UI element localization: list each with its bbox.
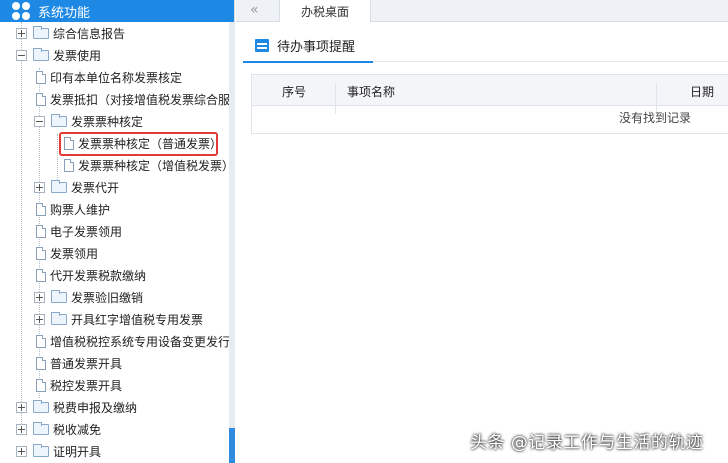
folder-icon: [51, 179, 67, 193]
double-chevron-left-icon[interactable]: «: [250, 2, 259, 18]
folder-icon: [33, 421, 49, 435]
tree-item-certificate-issue[interactable]: 证明开具: [0, 440, 229, 462]
todo-table: 序号 事项名称 日期 没有找到记录: [251, 74, 728, 134]
column-header-date[interactable]: 日期: [690, 83, 714, 100]
calendar-icon: [255, 39, 269, 52]
expand-toggle-icon[interactable]: [34, 291, 45, 303]
collapse-toggle-icon[interactable]: [34, 115, 45, 127]
collapse-toggle-icon[interactable]: [16, 49, 27, 61]
tree-item-e-invoice-collect[interactable]: 电子发票领用: [0, 220, 229, 242]
system-function-icon: [12, 2, 30, 20]
document-icon: [36, 246, 46, 260]
expand-toggle-icon[interactable]: [34, 181, 45, 193]
empty-records-text: 没有找到记录: [619, 111, 692, 125]
tree-item-comprehensive-report[interactable]: 综合信息报告: [0, 22, 229, 44]
expand-toggle-icon[interactable]: [34, 313, 45, 325]
expand-toggle-icon[interactable]: [16, 445, 27, 457]
section-title-underline: [243, 61, 373, 63]
tab-tax-desktop[interactable]: 办税桌面: [279, 0, 371, 22]
column-header-index[interactable]: 序号: [282, 83, 306, 100]
column-header-item-name[interactable]: 事项名称: [347, 83, 395, 100]
tree-item-invoice-issuing-agent[interactable]: 发票代开: [0, 176, 229, 198]
table-header: 序号 事项名称 日期: [252, 75, 728, 114]
document-icon: [36, 378, 46, 392]
tree-item-unit-name-invoice[interactable]: 印有本单位名称发票核定: [0, 66, 229, 88]
tree-item-tax-control-invoice-issue[interactable]: 税控发票开具: [0, 374, 229, 396]
document-icon: [36, 202, 46, 216]
sidebar: 系统功能 综合信息报告 发票使用 印有本单位名称发票核定 发票抵扣（对接增值税发…: [0, 0, 235, 463]
folder-open-icon: [33, 47, 49, 61]
document-icon: [36, 334, 46, 348]
folder-icon: [33, 443, 49, 457]
document-icon: [64, 136, 74, 150]
tree-item-invoice-verification[interactable]: 发票验旧缴销: [0, 286, 229, 308]
sidebar-title: 系统功能: [38, 5, 91, 21]
folder-icon: [51, 311, 67, 325]
section-title: 待办事项提醒: [277, 40, 356, 55]
tree-item-invoice-deduction[interactable]: 发票抵扣（对接增值税发票综合服: [0, 88, 229, 110]
tree-item-ordinary-invoice-issue[interactable]: 普通发票开具: [0, 352, 229, 374]
tree-item-tax-device-change[interactable]: 增值税税控系统专用设备变更发行: [0, 330, 229, 352]
folder-icon: [51, 289, 67, 303]
expand-toggle-icon[interactable]: [16, 401, 27, 413]
column-divider: [335, 83, 336, 114]
document-icon: [36, 268, 46, 282]
folder-icon: [33, 25, 49, 39]
expand-toggle-icon[interactable]: [16, 27, 27, 39]
watermark-text: 头条 @记录工作与生活的轨迹: [470, 433, 704, 453]
tree-item-tax-declaration[interactable]: 税费申报及缴纳: [0, 396, 229, 418]
tree-item-buyer-maintenance[interactable]: 购票人维护: [0, 198, 229, 220]
folder-icon: [33, 399, 49, 413]
tree-item-approval-vat[interactable]: 发票票种核定（增值税发票）: [0, 154, 229, 176]
tab-bar: « 办税桌面: [236, 0, 728, 22]
tree-item-invoice-use[interactable]: 发票使用: [0, 44, 229, 66]
tree-item-approval-ordinary[interactable]: 发票票种核定（普通发票）: [0, 132, 229, 154]
sidebar-scrollbar[interactable]: [229, 22, 235, 463]
document-icon: [36, 356, 46, 370]
tree-item-invoice-type-approval[interactable]: 发票票种核定: [0, 110, 229, 132]
sidebar-header: 系统功能: [0, 0, 234, 22]
tab-label: 办税桌面: [300, 4, 349, 19]
folder-open-icon: [51, 113, 67, 127]
document-icon: [64, 158, 74, 172]
function-tree: 综合信息报告 发票使用 印有本单位名称发票核定 发票抵扣（对接增值税发票综合服 …: [0, 22, 229, 463]
tree-item-red-vat-invoice[interactable]: 开具红字增值税专用发票: [0, 308, 229, 330]
sidebar-scroll-thumb[interactable]: [229, 428, 235, 463]
document-icon: [36, 70, 46, 84]
todo-section-header: 待办事项提醒: [243, 30, 728, 62]
tree-item-invoice-collect[interactable]: 发票领用: [0, 242, 229, 264]
document-icon: [36, 224, 46, 238]
expand-toggle-icon[interactable]: [16, 423, 27, 435]
tree-item-agent-tax-payment[interactable]: 代开发票税款缴纳: [0, 264, 229, 286]
tree-item-tax-reduction[interactable]: 税收减免: [0, 418, 229, 440]
document-icon: [36, 92, 46, 106]
